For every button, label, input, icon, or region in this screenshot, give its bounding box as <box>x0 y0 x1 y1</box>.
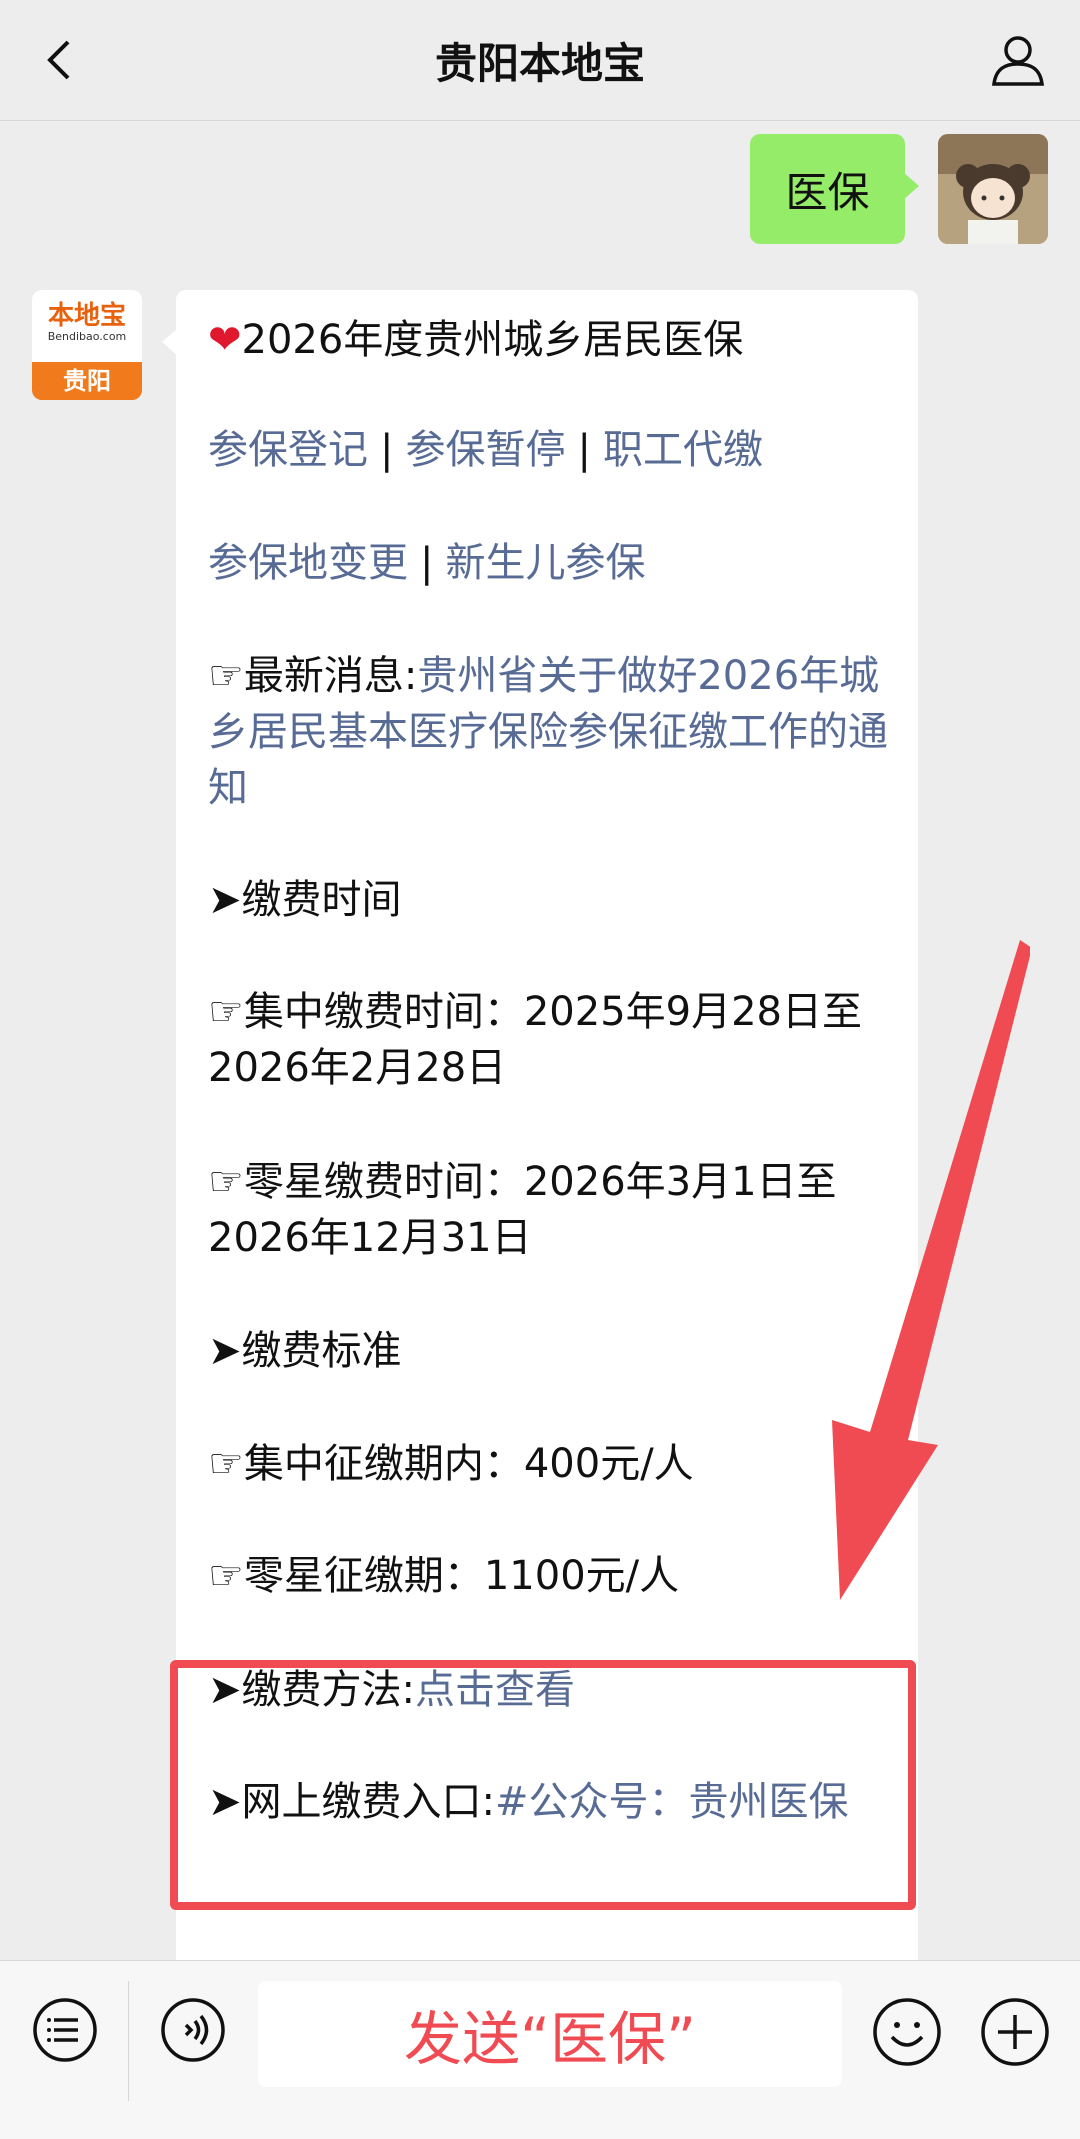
link-separator: | <box>420 540 434 586</box>
link-newborn[interactable]: 新生儿参保 <box>445 540 645 586</box>
news-paragraph: ☞最新消息:贵州省关于做好2026年城乡居民基本医疗保险参保征缴工作的通知 <box>208 648 898 816</box>
reply-title: 2026年度贵州城乡居民医保 <box>241 317 744 363</box>
message-input[interactable]: 发送“医保” <box>258 1981 842 2087</box>
logo-city: 贵阳 <box>32 362 142 400</box>
links-row-1: 参保登记 | 参保暂停 | 职工代缴 <box>208 422 898 478</box>
highlight-box <box>170 1660 916 1910</box>
heart-icon: ❤ <box>208 317 242 363</box>
plus-icon[interactable] <box>978 1995 1052 2069</box>
bottom-input-bar: 发送“医保” <box>0 1960 1080 2139</box>
nav-bar: 贵阳本地宝 <box>0 0 1080 121</box>
section-standard: ➤缴费标准 <box>208 1328 402 1374</box>
profile-icon[interactable] <box>988 30 1048 90</box>
bendibao-logo: 本地宝 Bendibao.com <box>32 290 142 362</box>
time-scattered: ☞零星缴费时间：2026年3月1日至2026年12月31日 <box>208 1159 837 1261</box>
my-avatar[interactable] <box>938 134 1048 244</box>
send-hint-text: 发送“医保” <box>403 2005 697 2073</box>
voice-icon[interactable] <box>158 1995 228 2065</box>
link-change-location[interactable]: 参保地变更 <box>208 540 408 586</box>
news-prefix: ☞最新消息: <box>208 653 418 699</box>
emoji-icon[interactable] <box>870 1995 944 2069</box>
avatar-image <box>938 134 1048 244</box>
my-message-bubble[interactable]: 医保 <box>750 134 919 244</box>
my-message-text: 医保 <box>785 167 870 217</box>
bot-avatar[interactable]: 本地宝 Bendibao.com 贵阳 <box>32 290 142 400</box>
link-employee-pay[interactable]: 职工代缴 <box>603 427 763 473</box>
link-separator: | <box>577 427 591 473</box>
link-separator: | <box>380 427 394 473</box>
menu-list-icon[interactable] <box>30 1995 100 2065</box>
bar-divider <box>128 1981 129 2101</box>
section-time: ➤缴费时间 <box>208 877 402 923</box>
std-central: ☞集中征缴期内：400元/人 <box>208 1441 694 1487</box>
links-row-2: 参保地变更 | 新生儿参保 <box>208 535 898 591</box>
page-title: 贵阳本地宝 <box>434 39 645 88</box>
std-scattered: ☞零星征缴期：1100元/人 <box>208 1553 680 1599</box>
link-enroll[interactable]: 参保登记 <box>208 427 368 473</box>
time-central: ☞集中缴费时间：2025年9月28日至2026年2月28日 <box>208 989 863 1091</box>
red-arrow-icon <box>832 940 1030 1600</box>
link-suspend[interactable]: 参保暂停 <box>405 427 565 473</box>
reply-title-row: ❤2026年度贵州城乡居民医保 <box>208 312 898 368</box>
